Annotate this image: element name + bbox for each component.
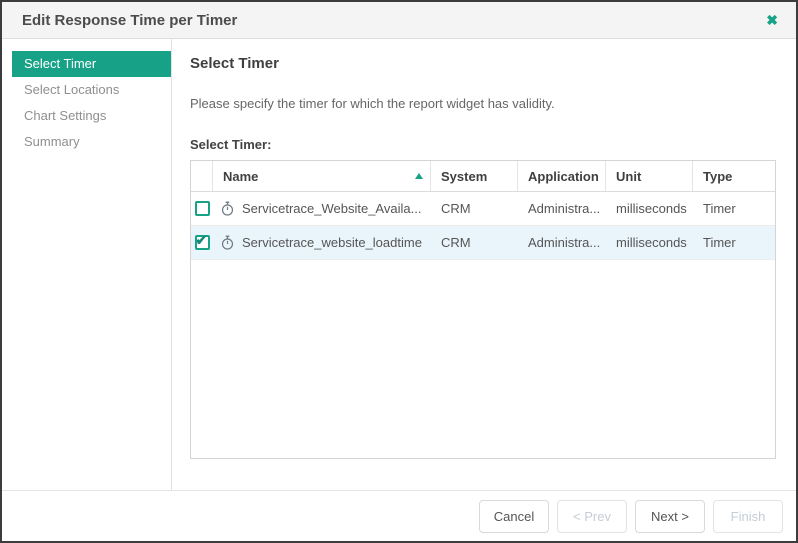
close-icon[interactable]: ✖	[766, 13, 778, 27]
header-system[interactable]: System	[431, 161, 518, 191]
table-row[interactable]: Servicetrace_Website_Availa... CRM Admin…	[191, 192, 775, 226]
wizard-steps-sidebar: Select Timer Select Locations Chart Sett…	[2, 39, 172, 490]
timer-table: Name System Application Unit Type Servic…	[190, 160, 776, 459]
sort-asc-icon	[415, 173, 423, 179]
step-description: Please specify the timer for which the r…	[190, 96, 555, 111]
sidebar-item-select-locations[interactable]: Select Locations	[2, 77, 171, 103]
header-name[interactable]: Name	[213, 161, 431, 191]
table-row[interactable]: Servicetrace_website_loadtime CRM Admini…	[191, 226, 775, 260]
dialog-body: Select Timer Select Locations Chart Sett…	[2, 39, 796, 490]
timer-application: Administra...	[528, 235, 601, 250]
header-application-label: Application	[528, 168, 599, 184]
sidebar-item-label: Summary	[24, 134, 80, 149]
main-panel: Select Timer Please specify the timer fo…	[172, 39, 796, 490]
row-checkbox-unchecked[interactable]	[194, 201, 210, 216]
sidebar-item-summary[interactable]: Summary	[2, 129, 171, 155]
timer-application: Administra...	[528, 201, 601, 216]
footer-bar: Cancel < Prev Next > Finish	[2, 490, 796, 541]
next-button[interactable]: Next >	[635, 499, 705, 533]
page-title: Select Timer	[190, 55, 279, 72]
header-unit-label: Unit	[616, 168, 642, 184]
header-checkbox-column	[191, 161, 213, 191]
prev-button[interactable]: < Prev	[557, 499, 627, 533]
header-type[interactable]: Type	[693, 161, 775, 191]
timer-system: CRM	[441, 235, 471, 250]
table-header-row: Name System Application Unit Type	[191, 161, 775, 192]
sidebar-item-chart-settings[interactable]: Chart Settings	[2, 103, 171, 129]
dialog-title: Edit Response Time per Timer	[22, 11, 238, 29]
row-checkbox-checked[interactable]	[194, 235, 210, 250]
timer-name: Servicetrace_Website_Availa...	[242, 201, 422, 216]
stopwatch-icon	[220, 201, 235, 216]
timer-name: Servicetrace_website_loadtime	[242, 235, 422, 250]
header-unit[interactable]: Unit	[606, 161, 693, 191]
timer-unit: milliseconds	[616, 235, 687, 250]
table-label: Select Timer:	[190, 137, 272, 152]
finish-button[interactable]: Finish	[713, 499, 783, 533]
header-type-label: Type	[703, 168, 733, 184]
header-system-label: System	[441, 168, 488, 184]
timer-unit: milliseconds	[616, 201, 687, 216]
wizard-dialog: Edit Response Time per Timer ✖ Select Ti…	[0, 0, 798, 543]
sidebar-item-label: Select Locations	[24, 82, 120, 97]
sidebar-item-label: Chart Settings	[24, 108, 107, 123]
stopwatch-icon	[220, 235, 235, 250]
header-name-label: Name	[223, 168, 259, 184]
timer-type: Timer	[703, 235, 736, 250]
title-bar: Edit Response Time per Timer ✖	[2, 2, 796, 39]
sidebar-item-select-timer[interactable]: Select Timer	[12, 51, 171, 77]
cancel-button[interactable]: Cancel	[479, 499, 549, 533]
sidebar-item-label: Select Timer	[24, 56, 97, 71]
timer-type: Timer	[703, 201, 736, 216]
timer-system: CRM	[441, 201, 471, 216]
header-application[interactable]: Application	[518, 161, 606, 191]
